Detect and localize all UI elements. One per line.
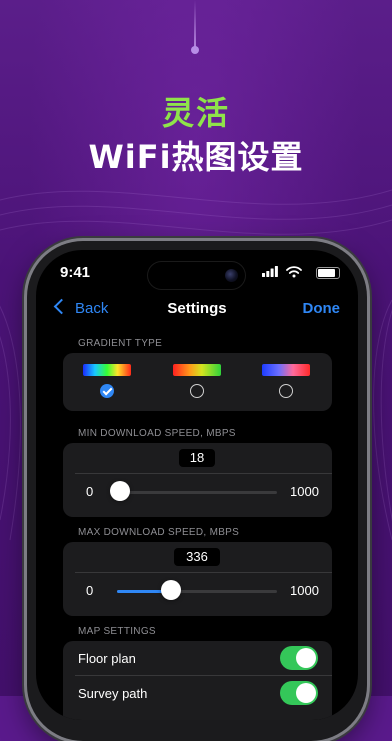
min-speed-slider-track[interactable] bbox=[117, 491, 277, 494]
max-speed-slider-min: 0 bbox=[86, 583, 94, 598]
max-speed-slider-thumb[interactable] bbox=[160, 580, 181, 600]
max-speed-slider-max: 1000 bbox=[290, 583, 319, 598]
max-speed-value[interactable]: 336 bbox=[174, 548, 220, 566]
toggle-knob bbox=[296, 648, 316, 668]
survey-path-label: Survey path bbox=[78, 686, 148, 701]
min-speed-value[interactable]: 18 bbox=[179, 449, 215, 467]
min-speed-slider-max: 1000 bbox=[290, 484, 319, 499]
map-settings-card: Floor plan Survey path bbox=[63, 641, 332, 720]
gradient-option-blue-to-red[interactable] bbox=[262, 364, 310, 376]
section-header-gradient-type: GRADIENT TYPE bbox=[78, 338, 163, 349]
survey-path-toggle[interactable] bbox=[280, 681, 318, 705]
done-button[interactable]: Done bbox=[303, 300, 341, 317]
divider bbox=[75, 572, 332, 573]
max-speed-slider-track[interactable] bbox=[117, 590, 277, 593]
floor-plan-label: Floor plan bbox=[78, 651, 136, 666]
top-indicator-line bbox=[194, 0, 196, 48]
dynamic-island bbox=[147, 261, 246, 290]
section-header-max-speed: MAX DOWNLOAD SPEED, MBPS bbox=[78, 527, 240, 538]
phone-screen: 9:41 Back Settings Done GRADIENT TYPE MI… bbox=[36, 250, 358, 720]
divider bbox=[75, 675, 332, 676]
status-time: 9:41 bbox=[60, 264, 91, 281]
min-speed-slider-min: 0 bbox=[86, 484, 94, 499]
gradient-radio-blue-to-red[interactable] bbox=[279, 384, 293, 398]
divider bbox=[75, 473, 332, 474]
min-speed-card: 18 0 1000 bbox=[63, 443, 332, 517]
gradient-option-red-to-green[interactable] bbox=[173, 364, 221, 376]
status-bar: 9:41 bbox=[36, 250, 358, 296]
floor-plan-toggle[interactable] bbox=[280, 646, 318, 670]
battery-icon bbox=[316, 267, 340, 279]
gradient-radio-rainbow-checked[interactable] bbox=[100, 384, 114, 398]
status-icons bbox=[240, 266, 340, 279]
top-indicator-dot bbox=[191, 46, 199, 54]
gradient-option-rainbow[interactable] bbox=[83, 364, 131, 376]
max-speed-card: 336 0 1000 bbox=[63, 542, 332, 616]
wifi-icon bbox=[286, 266, 302, 278]
navigation-bar: Back Settings Done bbox=[36, 296, 358, 328]
cellular-signal-icon bbox=[262, 266, 278, 277]
promo-headline-accent: 灵活 bbox=[161, 94, 230, 132]
promo-headline-main: WiFi热图设置 bbox=[88, 138, 304, 176]
gradient-type-card bbox=[63, 353, 332, 411]
toggle-knob bbox=[296, 683, 316, 703]
gradient-radio-red-to-green[interactable] bbox=[190, 384, 204, 398]
section-header-map-settings: MAP SETTINGS bbox=[78, 626, 156, 637]
min-speed-slider-thumb[interactable] bbox=[109, 481, 130, 501]
camera-icon bbox=[225, 269, 238, 282]
section-header-min-speed: MIN DOWNLOAD SPEED, MBPS bbox=[78, 428, 236, 439]
